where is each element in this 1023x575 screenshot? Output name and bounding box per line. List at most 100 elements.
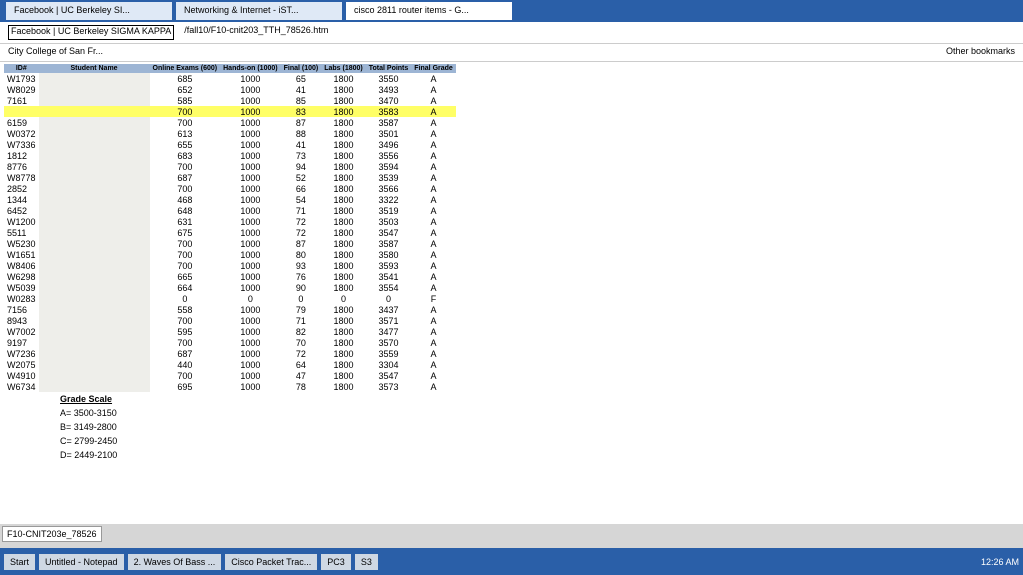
table-cell: 79	[295, 304, 306, 315]
table-cell: 695	[177, 381, 193, 392]
table-cell: 65	[295, 73, 306, 84]
table-cell: 3547	[378, 370, 399, 381]
table-cell: 1000	[240, 194, 261, 205]
table-cell: 0	[340, 293, 346, 304]
table-cell: F	[430, 293, 437, 304]
table-cell: 1000	[240, 183, 261, 194]
table-row: W1651 700 1000 80 1800 3580 A	[4, 249, 456, 260]
table-cell: A	[430, 381, 437, 392]
table-cell: 41	[295, 139, 306, 150]
table-row: W7236 687 1000 72 1800 3559 A	[4, 348, 456, 359]
table-cell: 85	[295, 95, 306, 106]
other-bookmarks[interactable]: Other bookmarks	[946, 46, 1015, 59]
table-cell: A	[430, 370, 437, 381]
column-header: Labs (1800)	[321, 64, 366, 73]
grade-scale: Grade Scale A= 3500-3150 B= 3149-2800 C=…	[60, 392, 1010, 462]
table-cell: 1000	[240, 95, 261, 106]
table-cell: 1000	[240, 117, 261, 128]
table-cell: A	[430, 183, 437, 194]
taskbar-packet-tracer[interactable]: Cisco Packet Trac...	[225, 553, 318, 570]
table-cell: 700	[177, 161, 193, 172]
table-cell: 700	[177, 315, 193, 326]
table-row: 6159 700 1000 87 1800 3587 A	[4, 117, 456, 128]
column-header: Student Name	[38, 64, 150, 73]
table-cell: W8029	[7, 84, 36, 95]
table-cell: 655	[177, 139, 193, 150]
table-cell: A	[430, 359, 437, 370]
taskbar-notepad[interactable]: Untitled - Notepad	[39, 553, 124, 570]
table-cell: 1000	[240, 238, 261, 249]
table-cell	[38, 348, 150, 359]
table-cell: 1800	[333, 205, 354, 216]
table-cell: A	[430, 161, 437, 172]
table-cell: 1000	[240, 304, 261, 315]
table-cell: 3554	[378, 282, 399, 293]
page-content: ID# Student Name Online Exams (600) Hands-o…	[0, 64, 1010, 524]
table-cell	[38, 337, 150, 348]
table-cell: 1800	[333, 139, 354, 150]
start-button[interactable]: Start	[4, 553, 36, 570]
table-cell: 1800	[333, 282, 354, 293]
table-cell: A	[430, 216, 437, 227]
table-cell: A	[430, 282, 437, 293]
table-cell: 3556	[378, 150, 399, 161]
table-row: 9197 700 1000 70 1800 3570 A	[4, 337, 456, 348]
table-cell: W5039	[7, 282, 36, 293]
table-cell: 1000	[240, 73, 261, 84]
column-header: Final (100)	[280, 64, 322, 73]
bookmark-city-college[interactable]: City College of San Fr...	[8, 46, 103, 59]
table-cell: W5230	[7, 238, 36, 249]
table-cell: 1800	[333, 326, 354, 337]
table-cell: 1800	[333, 271, 354, 282]
table-cell: 3550	[378, 73, 399, 84]
table-row: W8029 652 1000 41 1800 3493 A	[4, 84, 456, 95]
table-row: 1812 683 1000 73 1800 3556 A	[4, 150, 456, 161]
tab-networking[interactable]: Networking & Internet - iST...	[176, 2, 342, 20]
table-cell	[38, 172, 150, 183]
table-cell: 1000	[240, 326, 261, 337]
tab-facebook[interactable]: Facebook | UC Berkeley SI...	[6, 2, 172, 20]
table-cell: 468	[177, 194, 193, 205]
taskbar-waves[interactable]: 2. Waves Of Bass ...	[127, 553, 222, 570]
tab-cisco[interactable]: cisco 2811 router items - G...	[346, 2, 512, 20]
taskbar-pc3[interactable]: PC3	[321, 553, 351, 570]
table-cell: 700	[177, 370, 193, 381]
table-cell: 82	[295, 326, 306, 337]
table-row: W4910 700 1000 47 1800 3547 A	[4, 370, 456, 381]
table-cell: 0	[298, 293, 304, 304]
table-cell: 1800	[333, 216, 354, 227]
table-cell: 70	[295, 337, 306, 348]
table-cell: A	[430, 238, 437, 249]
table-cell: 665	[177, 271, 193, 282]
table-cell: 1000	[240, 348, 261, 359]
table-cell: 1000	[240, 216, 261, 227]
table-cell: 1800	[333, 73, 354, 84]
table-cell: 0	[386, 293, 392, 304]
table-row: W1200 631 1000 72 1800 3503 A	[4, 216, 456, 227]
table-cell: 3470	[378, 95, 399, 106]
table-cell: 700	[177, 183, 193, 194]
table-cell: 6452	[7, 205, 28, 216]
table-cell: W8406	[7, 260, 36, 271]
table-cell: 3503	[378, 216, 399, 227]
table-cell: 72	[295, 348, 306, 359]
table-cell: A	[430, 227, 437, 238]
table-row: W6734 695 1000 78 1800 3573 A	[4, 381, 456, 392]
taskbar-s3[interactable]: S3	[354, 553, 378, 570]
table-cell: 3519	[378, 205, 399, 216]
table-cell: 47	[295, 370, 306, 381]
taskbar: Start Untitled - Notepad 2. Waves Of Bas…	[0, 548, 1023, 575]
table-cell: 3547	[378, 227, 399, 238]
table-cell: 3322	[378, 194, 399, 205]
table-row: 2852 700 1000 66 1800 3566 A	[4, 183, 456, 194]
table-cell: 3566	[378, 183, 399, 194]
table-cell: 1800	[333, 128, 354, 139]
table-cell: 9197	[7, 337, 28, 348]
table-row: W8406 700 1000 93 1800 3593 A	[4, 260, 456, 271]
url-field[interactable]: /fall10/F10-cnit203_TTH_78526.htm	[184, 25, 328, 40]
table-cell: A	[430, 117, 437, 128]
status-text: F10-CNIT203e_78526	[2, 526, 102, 542]
table-cell	[38, 304, 150, 315]
table-cell: 1800	[333, 315, 354, 326]
table-cell: 1000	[240, 139, 261, 150]
